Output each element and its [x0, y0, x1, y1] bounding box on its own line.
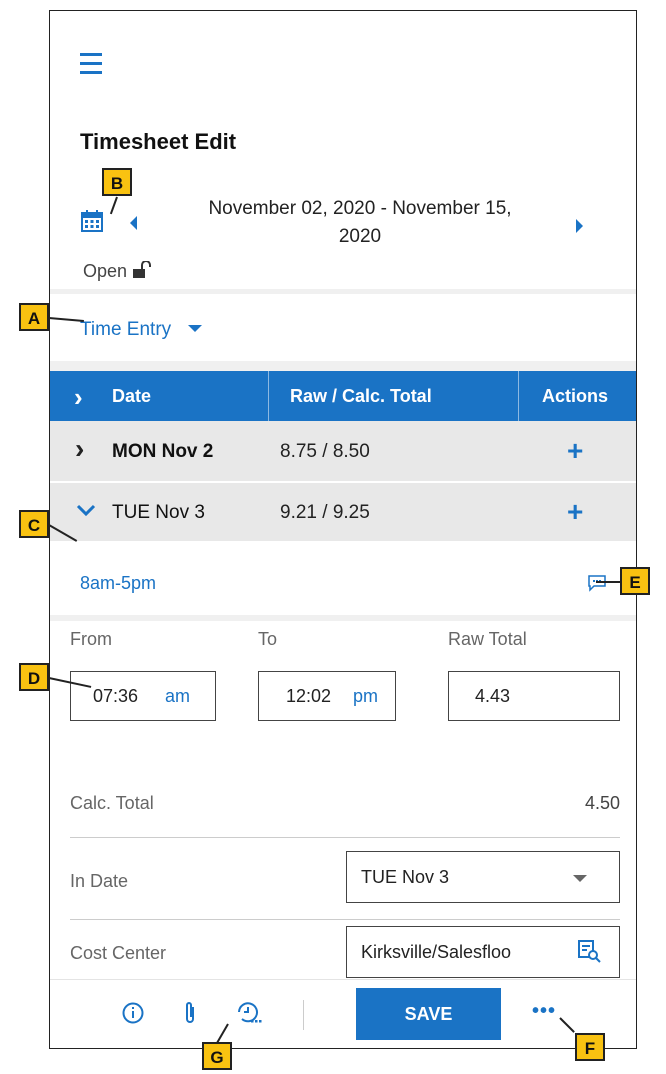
- table-row[interactable]: › MON Nov 2 8.75 / 8.50 +: [50, 421, 636, 481]
- callout-c: C: [19, 510, 49, 538]
- add-entry-button[interactable]: +: [567, 435, 583, 467]
- add-entry-button[interactable]: +: [567, 496, 583, 528]
- callout-f: F: [575, 1033, 605, 1061]
- period-status-label: Open: [83, 261, 128, 281]
- callout-g: G: [202, 1042, 232, 1070]
- chevron-right-icon[interactable]: ›: [75, 433, 84, 465]
- calendar-icon[interactable]: [80, 209, 104, 238]
- callout-pointer: [596, 581, 620, 583]
- period-range-line2: 2020: [338, 226, 382, 247]
- callout-b: B: [102, 168, 132, 196]
- lookup-icon[interactable]: [575, 939, 601, 968]
- field-divider: [70, 837, 620, 838]
- from-time-input[interactable]: 07:36 am: [70, 671, 216, 721]
- section-divider: [50, 615, 636, 621]
- column-divider: [268, 371, 269, 421]
- in-date-label: In Date: [70, 871, 129, 891]
- row-date: TUE Nov 3: [112, 502, 205, 523]
- calc-total-value: 4.50: [584, 793, 620, 813]
- dropdown-caret-icon: [573, 875, 587, 882]
- column-header-actions: Actions: [542, 386, 609, 406]
- from-ampm-toggle[interactable]: am: [165, 686, 190, 707]
- unlock-icon: [133, 260, 152, 278]
- page-title: Timesheet Edit: [80, 129, 237, 154]
- in-date-select[interactable]: TUE Nov 3: [346, 851, 620, 903]
- to-ampm-toggle[interactable]: pm: [353, 686, 378, 707]
- toolbar-divider: [303, 1000, 304, 1030]
- row-totals: 9.21 / 9.25: [280, 502, 370, 523]
- cost-center-input[interactable]: Kirksville/Salesfloo: [346, 926, 620, 978]
- history-icon[interactable]: [235, 1000, 263, 1031]
- to-time-input[interactable]: 12:02 pm: [258, 671, 396, 721]
- next-period-button[interactable]: [576, 219, 583, 233]
- chevron-down-icon[interactable]: [76, 503, 96, 522]
- view-selector-label: Time Entry: [80, 319, 172, 340]
- in-date-value: TUE Nov 3: [361, 867, 450, 887]
- period-range-line1: November 02, 2020 - November 15,: [208, 198, 512, 219]
- comment-icon[interactable]: [587, 574, 607, 597]
- period-status: Open: [83, 260, 152, 282]
- period-range: November 02, 2020 - November 15, 2020: [150, 195, 570, 251]
- from-label: From: [70, 629, 112, 649]
- raw-total-value: 4.43: [475, 686, 511, 706]
- column-header-date: Date: [112, 386, 152, 406]
- table-header: › Date Raw / Calc. Total Actions: [50, 371, 636, 421]
- chevron-down-icon: [188, 325, 203, 332]
- row-date: MON Nov 2: [112, 441, 214, 462]
- attachment-icon[interactable]: [182, 1000, 198, 1031]
- callout-a: A: [19, 303, 49, 331]
- more-options-button[interactable]: •••: [532, 1000, 556, 1023]
- raw-total-input[interactable]: 4.43: [448, 671, 620, 721]
- shift-label[interactable]: 8am-5pm: [80, 573, 156, 594]
- to-label: To: [258, 629, 278, 649]
- column-divider: [518, 371, 519, 421]
- footer-toolbar: SAVE •••: [50, 979, 636, 1048]
- to-time-value: 12:02: [286, 686, 332, 706]
- callout-d: D: [19, 663, 49, 691]
- section-divider: [50, 361, 636, 371]
- table-row[interactable]: TUE Nov 3 9.21 / 9.25 +: [50, 483, 636, 541]
- section-divider: [50, 289, 636, 294]
- callout-e: E: [620, 567, 650, 595]
- expand-all-icon[interactable]: ›: [74, 382, 83, 413]
- view-selector[interactable]: Time Entry: [80, 319, 203, 341]
- from-time-value: 07:36: [93, 686, 139, 706]
- raw-total-label: Raw Total: [448, 629, 527, 649]
- app-frame: Timesheet Edit November 02, 2020 - Novem…: [49, 10, 637, 1049]
- cost-center-value: Kirksville/Salesfloo: [361, 942, 512, 962]
- row-totals: 8.75 / 8.50: [280, 441, 370, 462]
- previous-period-button[interactable]: [130, 216, 137, 230]
- calc-total-label: Calc. Total: [70, 793, 154, 813]
- menu-icon[interactable]: [80, 53, 102, 80]
- cost-center-label: Cost Center: [70, 943, 167, 963]
- column-header-totals: Raw / Calc. Total: [290, 386, 432, 406]
- field-divider: [70, 919, 620, 920]
- save-button[interactable]: SAVE: [356, 988, 501, 1040]
- info-icon[interactable]: [122, 1002, 144, 1029]
